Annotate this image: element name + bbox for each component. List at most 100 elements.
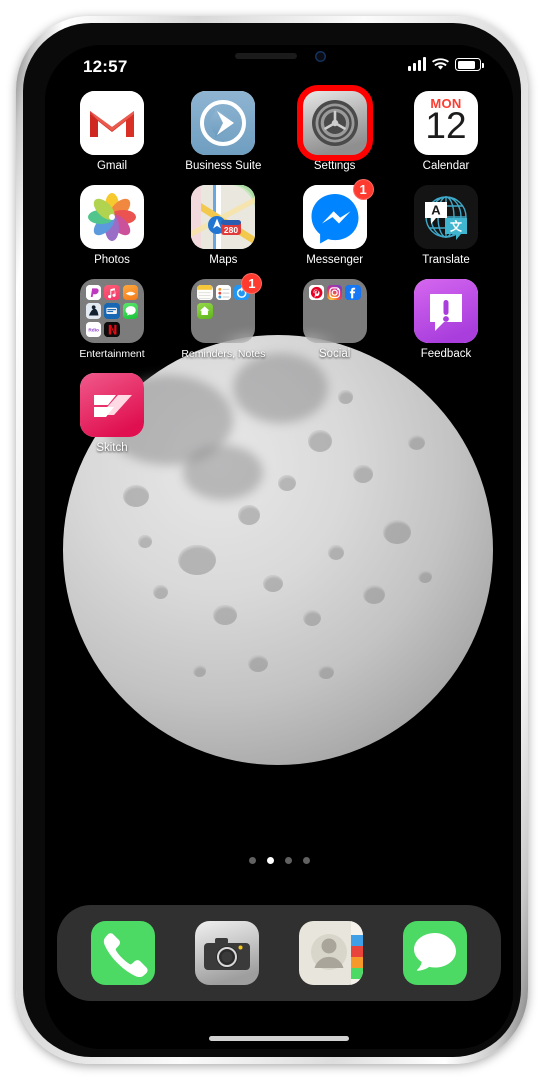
app-label: Reminders, Notes [181, 348, 266, 360]
svg-text:文: 文 [450, 219, 463, 234]
calendar-day: 12 [425, 105, 467, 146]
status-indicators [408, 57, 484, 71]
app-label: Maps [209, 254, 238, 266]
battery-fill [457, 60, 475, 69]
svg-text:A: A [431, 203, 441, 218]
translate-icon: A 文 [413, 185, 478, 249]
feedback-icon [413, 279, 478, 343]
mini-icon-blue-app [104, 303, 120, 319]
camera-icon [195, 921, 259, 985]
badge-count: 1 [241, 273, 263, 294]
dock-app-contacts[interactable] [299, 921, 363, 985]
maps-icon: 280 [191, 185, 256, 249]
gmail-icon [80, 91, 144, 155]
badge-count: 1 [352, 179, 374, 200]
battery-icon [455, 58, 484, 71]
mini-icon-paypal [86, 285, 102, 301]
folder-entertainment[interactable]: Rdio Entertainment [69, 279, 155, 361]
status-time: 12:57 [83, 57, 128, 76]
app-label: Translate [422, 254, 470, 266]
messages-bubble-icon [403, 921, 467, 985]
app-label: Calendar [422, 160, 470, 172]
folder-reminders-notes[interactable]: 1 Reminders, Notes [180, 273, 266, 361]
mini-icon-white-app: Rdio [86, 321, 102, 337]
app-grid: Gmail Business Suite Settings MON 12 Cal… [45, 85, 513, 467]
phone-screen: 12:57 Gmail Business Suite Settings MON … [45, 45, 513, 1049]
photos-icon [80, 185, 144, 249]
app-maps[interactable]: 280 Maps [180, 185, 266, 267]
folder-icon: Rdio [80, 279, 144, 343]
app-icon-wrap: 1 [302, 179, 374, 249]
app-label: Settings [313, 160, 356, 172]
app-label: Entertainment [79, 348, 145, 360]
app-label: Feedback [420, 348, 472, 360]
page-dot-active[interactable] [266, 857, 274, 864]
app-icon-wrap [80, 185, 144, 249]
app-business-suite[interactable]: Business Suite [180, 91, 266, 173]
route-shield-label: 280 [224, 225, 238, 235]
page-dot[interactable] [302, 857, 310, 864]
page-dot[interactable] [248, 857, 256, 864]
app-label: Business Suite [185, 160, 262, 172]
wifi-icon [432, 58, 449, 70]
phone-handset-icon [91, 921, 155, 985]
earpiece-speaker [235, 53, 297, 59]
mini-icon-pinterest [308, 285, 324, 301]
calendar-icon: MON 12 [413, 91, 478, 155]
app-label: Messenger [306, 254, 364, 266]
app-skitch[interactable]: Skitch [69, 373, 155, 455]
app-icon-wrap [80, 91, 144, 155]
app-label: Gmail [96, 160, 128, 172]
app-row: Photos 280 Maps 1 Messenger A 文 Translat… [45, 179, 513, 267]
app-translate[interactable]: A 文 Translate [403, 185, 489, 267]
page-dot[interactable] [284, 857, 292, 864]
app-gmail[interactable]: Gmail [69, 91, 155, 173]
phone-bezel: 12:57 Gmail Business Suite Settings MON … [23, 23, 521, 1057]
app-icon-wrap [302, 279, 367, 343]
highlight-ring [296, 85, 373, 161]
dock-app-phone[interactable] [91, 921, 155, 985]
page-indicator-dots[interactable] [45, 857, 513, 864]
folder-icon [302, 279, 367, 343]
app-calendar[interactable]: MON 12 Calendar [403, 91, 489, 173]
home-indicator[interactable] [209, 1036, 349, 1041]
app-label: Skitch [96, 442, 128, 454]
app-feedback[interactable]: Feedback [403, 279, 489, 361]
dock-app-camera[interactable] [195, 921, 259, 985]
notch [195, 45, 363, 69]
app-label: Photos [94, 254, 130, 266]
dock [57, 905, 501, 1001]
app-messenger[interactable]: 1 Messenger [292, 179, 378, 267]
mini-icon-green-messaging [122, 303, 138, 319]
app-settings[interactable]: Settings [292, 85, 378, 173]
mini-icon-notes [197, 285, 213, 301]
app-row: Rdio Entertainment 1 Reminders, Notes So… [45, 273, 513, 361]
mini-icon-reminders [215, 285, 231, 301]
app-icon-wrap: MON 12 [413, 91, 478, 155]
svg-text:Rdio: Rdio [88, 327, 99, 333]
mini-icon-dark-app [86, 303, 102, 319]
contacts-icon [299, 921, 363, 985]
app-icon-wrap [413, 279, 478, 343]
app-label: Social [318, 348, 351, 360]
cellular-signal-icon [408, 57, 426, 71]
mini-icon-music [104, 285, 120, 301]
dock-app-messages[interactable] [403, 921, 467, 985]
app-icon-wrap: Rdio [80, 279, 144, 343]
app-icon-wrap: 1 [191, 273, 263, 343]
app-row: Gmail Business Suite Settings MON 12 Cal… [45, 85, 513, 173]
folder-social[interactable]: Social [292, 279, 378, 361]
app-icon-wrap [191, 91, 256, 155]
mini-icon-instagram [326, 285, 343, 301]
app-icon-wrap [296, 85, 373, 161]
app-icon-wrap: 280 [191, 185, 256, 249]
front-camera-icon [315, 51, 326, 62]
mini-icon-orange-app [122, 285, 138, 301]
mini-icon-netflix [104, 321, 120, 337]
phone-frame: 12:57 Gmail Business Suite Settings MON … [16, 16, 528, 1064]
app-icon-wrap: A 文 [413, 185, 478, 249]
skitch-icon [80, 373, 144, 437]
app-photos[interactable]: Photos [69, 185, 155, 267]
business-suite-icon [191, 91, 256, 155]
app-icon-wrap [80, 373, 144, 437]
